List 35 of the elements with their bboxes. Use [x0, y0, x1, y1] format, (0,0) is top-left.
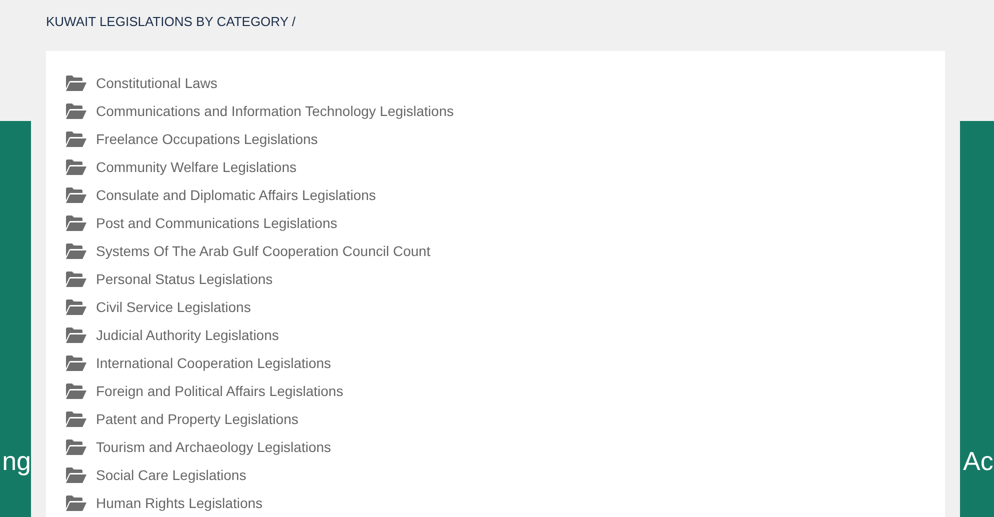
folder-icon: [65, 102, 87, 120]
category-link[interactable]: Post and Communications Legislations: [65, 209, 338, 237]
category-link[interactable]: Consulate and Diplomatic Affairs Legislations: [65, 181, 376, 209]
category-link[interactable]: Systems Of The Arab Gulf Cooperation Council Count: [65, 237, 430, 265]
category-link[interactable]: Human Rights Legislations: [65, 489, 263, 517]
folder-icon: [65, 214, 87, 232]
category-link[interactable]: Communications and Information Technology Legislations: [65, 97, 454, 125]
folder-icon: [65, 158, 87, 176]
folder-icon: [65, 242, 87, 260]
folder-icon: [65, 494, 87, 512]
folder-icon: [65, 326, 87, 344]
category-link[interactable]: Patent and Property Legislations: [65, 405, 298, 433]
category-link[interactable]: Personal Status Legislations: [65, 265, 273, 293]
folder-icon: [65, 74, 87, 92]
folder-icon: [65, 186, 87, 204]
category-link[interactable]: Social Care Legislations: [65, 461, 246, 489]
category-link[interactable]: Judicial Authority Legislations: [65, 321, 279, 349]
panel-text: Ac: [963, 445, 994, 477]
folder-icon: [65, 382, 87, 400]
panel-text: ng: [2, 445, 31, 477]
folder-icon: [65, 438, 87, 456]
breadcrumb-link[interactable]: KUWAIT LEGISLATIONS BY CATEGORY /: [46, 14, 296, 29]
folder-icon: [65, 298, 87, 316]
category-link[interactable]: Foreign and Political Affairs Legislations: [65, 377, 344, 405]
folder-icon: [65, 410, 87, 428]
category-link[interactable]: Civil Service Legislations: [65, 293, 251, 321]
folder-icon: [65, 354, 87, 372]
category-link[interactable]: Tourism and Archaeology Legislations: [65, 433, 332, 461]
category-link[interactable]: International Cooperation Legislations: [65, 349, 332, 377]
folder-icon: [65, 466, 87, 484]
folder-icon: [65, 130, 87, 148]
folder-icon: [65, 270, 87, 288]
category-link[interactable]: Constitutional Laws: [65, 69, 218, 97]
category-link[interactable]: Freelance Occupations Legislations: [65, 125, 318, 153]
category-link[interactable]: Community Welfare Legislations: [65, 153, 296, 181]
